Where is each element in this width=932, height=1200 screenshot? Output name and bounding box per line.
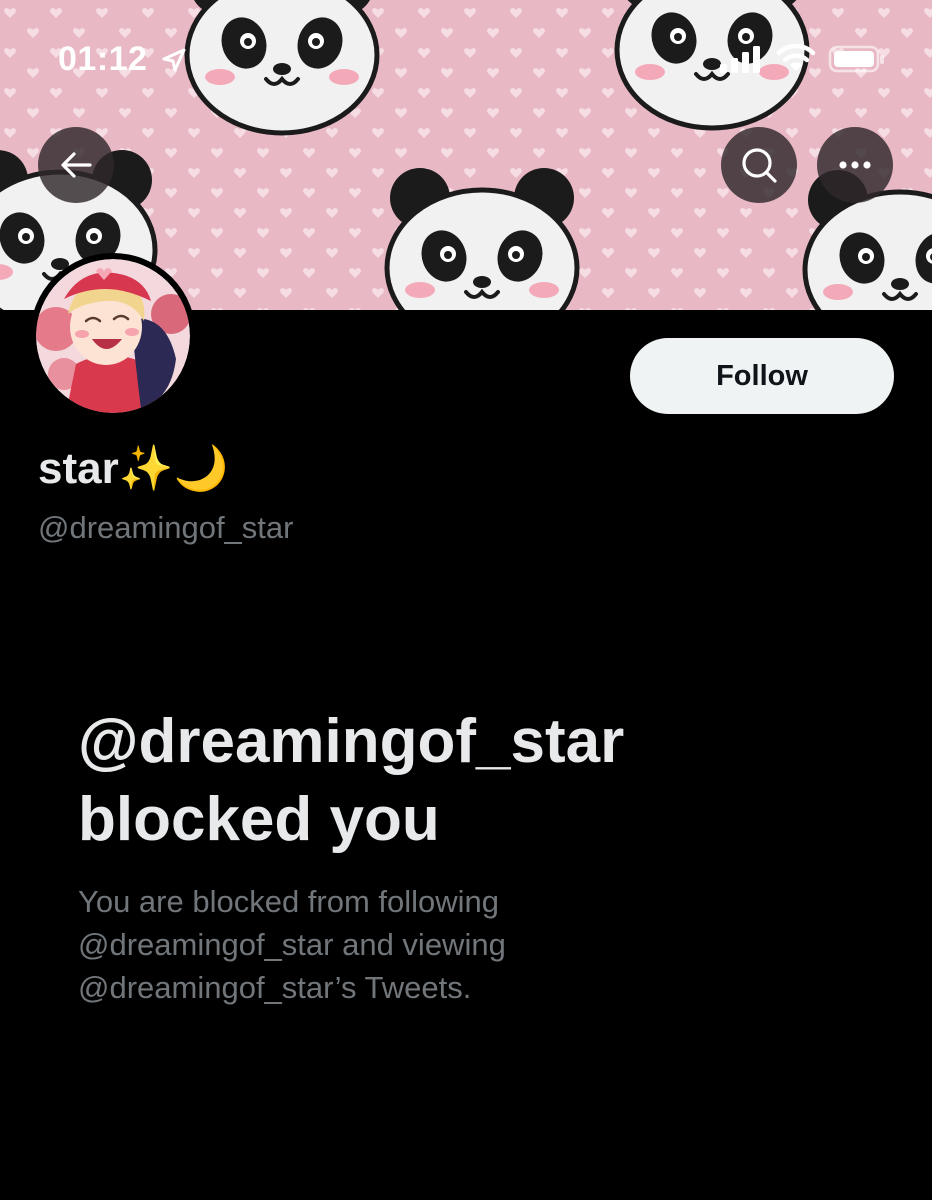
status-time: 01:12 — [58, 40, 148, 78]
location-arrow-icon — [162, 48, 186, 72]
back-button[interactable] — [38, 127, 114, 203]
profile-avatar[interactable] — [30, 253, 196, 419]
avatar-image — [36, 259, 190, 413]
blocked-description-line: You are blocked from following — [78, 884, 500, 919]
search-icon — [742, 148, 777, 183]
profile-handle: @dreamingof_star — [38, 510, 294, 545]
follow-button[interactable]: Follow — [630, 338, 894, 414]
more-options-button[interactable] — [817, 127, 893, 203]
wifi-icon — [776, 43, 816, 71]
blocked-title-line: @dreamingof_star — [78, 707, 625, 776]
status-bar: 01:12 — [0, 0, 932, 120]
blocked-description: You are blocked from following @dreaming… — [78, 880, 638, 1009]
cellular-signal-icon — [720, 46, 760, 73]
arrow-left-icon — [61, 152, 92, 178]
battery-icon — [828, 45, 884, 73]
search-button[interactable] — [721, 127, 797, 203]
blocked-description-line: @dreamingof_star’s Tweets. — [78, 970, 472, 1005]
blocked-description-line: @dreamingof_star and viewing — [78, 927, 506, 962]
profile-display-name: star✨🌙 — [38, 444, 229, 493]
blocked-title-line: blocked you — [78, 785, 440, 854]
more-horizontal-icon — [839, 161, 871, 169]
blocked-title: @dreamingof_star blocked you — [78, 703, 838, 859]
